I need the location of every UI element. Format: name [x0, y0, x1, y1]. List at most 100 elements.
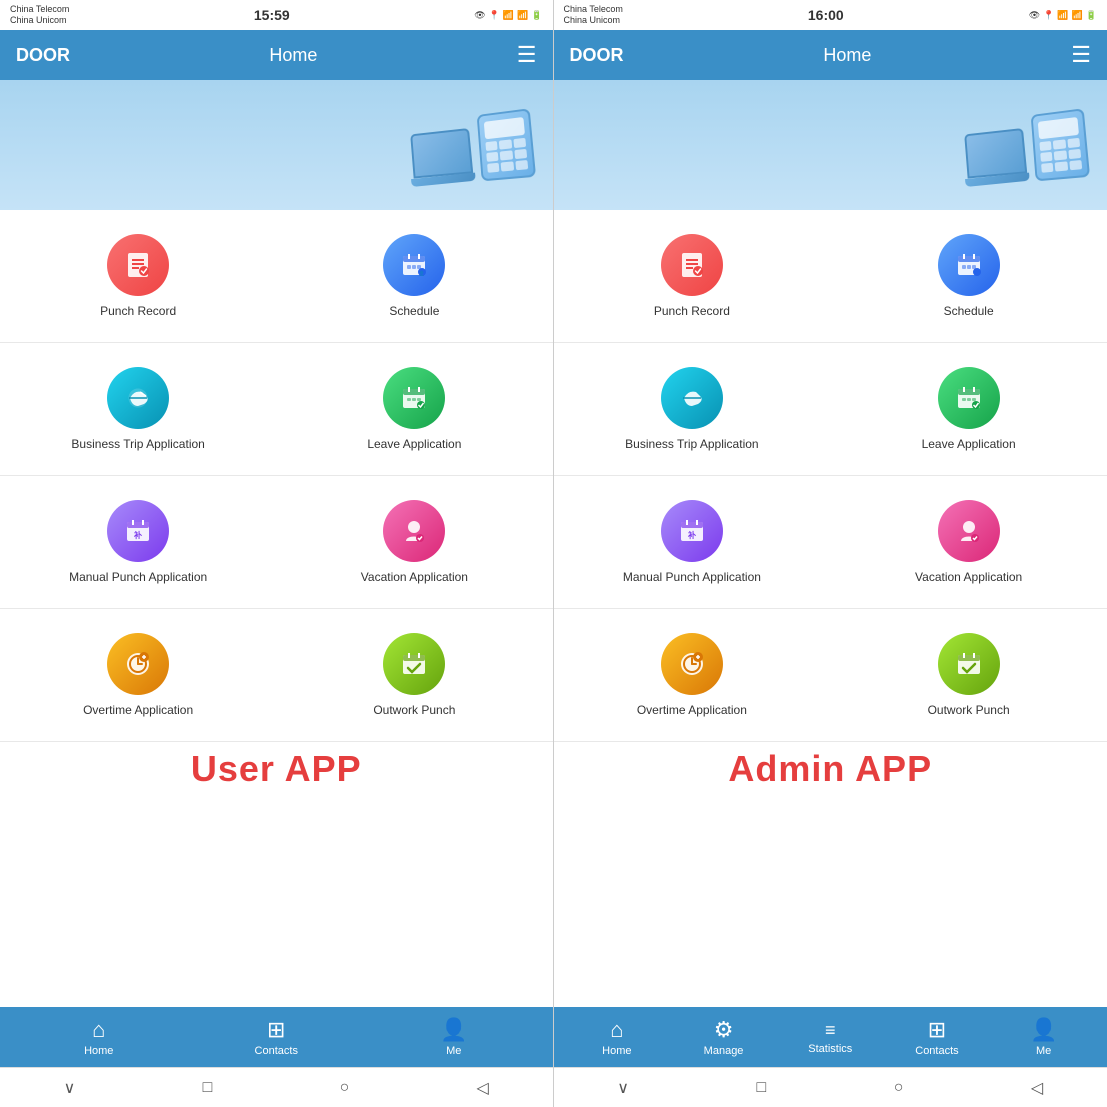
nav-bar-user: DOOR Home ☰ [0, 30, 553, 80]
sys-back-user[interactable]: ∨ [64, 1078, 76, 1098]
business-trip-label-user: Business Trip Application [71, 437, 204, 451]
sys-home-user[interactable]: □ [203, 1079, 213, 1097]
leave-icon-user [383, 367, 445, 429]
contacts-tab-icon-admin: ⊞ [928, 1017, 946, 1043]
leave-item-admin[interactable]: Leave Application [830, 359, 1107, 459]
me-tab-label-admin: Me [1036, 1045, 1051, 1057]
business-trip-label-admin: Business Trip Application [625, 437, 758, 451]
admin-app-label: Admin APP [554, 742, 1107, 792]
home-tab-label-admin: Home [602, 1045, 631, 1057]
punch-record-item-user[interactable]: Punch Record [0, 226, 276, 326]
schedule-item-user[interactable]: 👤 Schedule [276, 226, 552, 326]
vacation-item-admin[interactable]: Vacation Application [830, 492, 1107, 592]
grid-row-4-admin: Overtime Application Outwork Punch [554, 609, 1107, 742]
statistics-tab-label-admin: Statistics [808, 1043, 852, 1055]
tab-home-admin[interactable]: ⌂ Home [564, 1017, 671, 1057]
app-name-user: DOOR [16, 45, 70, 66]
punch-record-label-admin: Punch Record [654, 304, 730, 318]
manual-punch-icon-admin: 补 [661, 500, 723, 562]
overtime-icon-user [107, 633, 169, 695]
time-admin: 16:00 [808, 7, 844, 23]
tab-contacts-admin[interactable]: ⊞ Contacts [884, 1017, 991, 1057]
outwork-item-user[interactable]: Outwork Punch [276, 625, 552, 725]
punch-record-icon-admin [661, 234, 723, 296]
business-trip-item-admin[interactable]: Business Trip Application [554, 359, 831, 459]
me-tab-icon-admin: 👤 [1030, 1017, 1057, 1043]
carrier1-admin: China Telecom [564, 4, 623, 15]
manual-punch-item-admin[interactable]: 补 Manual Punch Application [554, 492, 831, 592]
overtime-item-admin[interactable]: Overtime Application [554, 625, 831, 725]
sys-home-admin[interactable]: □ [757, 1079, 767, 1097]
manage-tab-icon-admin: ⚙ [714, 1017, 734, 1043]
nav-bar-admin: DOOR Home ☰ [554, 30, 1107, 80]
outwork-icon-admin [938, 633, 1000, 695]
carrier-info-user: China Telecom China Unicom [10, 4, 69, 26]
sys-recents-user[interactable]: ○ [340, 1079, 350, 1097]
tab-me-user[interactable]: 👤 Me [365, 1017, 543, 1057]
schedule-icon-user: 👤 [383, 234, 445, 296]
banner-user [0, 80, 553, 210]
home-tab-icon-admin: ⌂ [610, 1017, 623, 1043]
schedule-label-admin: Schedule [944, 304, 994, 318]
user-app-panel: China Telecom China Unicom 15:59 👁 📍 📶 📶… [0, 0, 554, 1107]
laptop-illustration-admin [960, 128, 1029, 186]
statistics-tab-icon-admin: ≡ [825, 1020, 836, 1041]
me-tab-icon-user: 👤 [440, 1017, 467, 1043]
manual-punch-icon-user: 补 [107, 500, 169, 562]
outwork-item-admin[interactable]: Outwork Punch [830, 625, 1107, 725]
sys-back-admin[interactable]: ∨ [617, 1078, 629, 1098]
business-trip-item-user[interactable]: Business Trip Application [0, 359, 276, 459]
menu-icon-admin[interactable]: ☰ [1071, 42, 1091, 68]
carrier2-admin: China Unicom [564, 15, 623, 26]
tab-me-admin[interactable]: 👤 Me [990, 1017, 1097, 1057]
sys-back2-user[interactable]: ◁ [477, 1078, 489, 1098]
tab-home-user[interactable]: ⌂ Home [10, 1017, 188, 1057]
leave-icon-admin [938, 367, 1000, 429]
grid-row-2-admin: Business Trip Application [554, 343, 1107, 476]
admin-app-panel: China Telecom China Unicom 16:00 👁 📍 📶 📶… [554, 0, 1107, 1107]
schedule-item-admin[interactable]: Schedule [830, 226, 1107, 326]
system-nav-admin: ∨ □ ○ ◁ [554, 1067, 1107, 1107]
vacation-icon-user [383, 500, 445, 562]
contacts-tab-label-admin: Contacts [915, 1045, 958, 1057]
vacation-label-user: Vacation Application [361, 570, 468, 584]
manual-punch-item-user[interactable]: 补 Manual Punch Application [0, 492, 276, 592]
sys-recents-admin[interactable]: ○ [894, 1079, 904, 1097]
sys-back2-admin[interactable]: ◁ [1031, 1078, 1043, 1098]
contacts-tab-label-user: Contacts [255, 1045, 298, 1057]
leave-label-admin: Leave Application [922, 437, 1016, 451]
vacation-label-admin: Vacation Application [915, 570, 1022, 584]
time-user: 15:59 [254, 7, 290, 23]
manual-punch-label-user: Manual Punch Application [69, 570, 207, 584]
business-trip-icon-admin [661, 367, 723, 429]
outwork-label-admin: Outwork Punch [928, 703, 1010, 717]
grid-row-1-admin: Punch Record Schedule [554, 210, 1107, 343]
overtime-label-admin: Overtime Application [637, 703, 747, 717]
contacts-tab-icon-user: ⊞ [267, 1017, 285, 1043]
menu-grid-user: Punch Record 👤 Schedu [0, 210, 553, 1007]
laptop-illustration [406, 128, 475, 186]
calc-illustration-admin [1031, 108, 1090, 181]
tab-manage-admin[interactable]: ⚙ Manage [670, 1017, 777, 1057]
leave-label-user: Leave Application [367, 437, 461, 451]
carrier2-user: China Unicom [10, 15, 69, 26]
leave-item-user[interactable]: Leave Application [276, 359, 552, 459]
banner-admin [554, 80, 1107, 210]
user-app-label: User APP [0, 742, 553, 792]
status-bar-admin: China Telecom China Unicom 16:00 👁 📍 📶 📶… [554, 0, 1107, 30]
schedule-icon-admin [938, 234, 1000, 296]
punch-record-icon-user [107, 234, 169, 296]
menu-grid-admin: Punch Record Schedule [554, 210, 1107, 1007]
tab-contacts-user[interactable]: ⊞ Contacts [188, 1017, 366, 1057]
carrier1-user: China Telecom [10, 4, 69, 15]
schedule-label-user: Schedule [389, 304, 439, 318]
grid-row-2-user: Business Trip Application [0, 343, 553, 476]
overtime-item-user[interactable]: Overtime Application [0, 625, 276, 725]
vacation-icon-admin [938, 500, 1000, 562]
punch-record-item-admin[interactable]: Punch Record [554, 226, 831, 326]
menu-icon-user[interactable]: ☰ [517, 42, 537, 68]
tab-statistics-admin[interactable]: ≡ Statistics [777, 1020, 884, 1055]
grid-row-4-user: Overtime Application Outwork Punch [0, 609, 553, 742]
vacation-item-user[interactable]: Vacation Application [276, 492, 552, 592]
carrier-info-admin: China Telecom China Unicom [564, 4, 623, 26]
